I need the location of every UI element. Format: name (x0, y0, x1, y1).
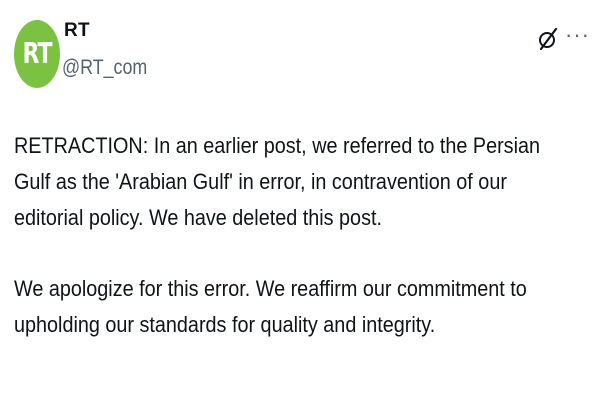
tweet-card: RT RT @RT_com ··· RETRACTION: In an earl… (0, 0, 600, 400)
tweet-paragraph: We apologize for this error. We reaffirm… (14, 276, 527, 337)
tweet-paragraph: RETRACTION: In an earlier post, we refer… (14, 133, 541, 230)
grok-icon[interactable] (537, 28, 559, 50)
more-icon[interactable]: ··· (565, 24, 590, 46)
author-handle[interactable]: @RT_com (62, 56, 147, 80)
avatar[interactable]: RT (14, 20, 60, 88)
avatar-logo-text: RT (22, 37, 53, 71)
tweet-text: RETRACTION: In an earlier post, we refer… (14, 128, 545, 343)
author-display-name[interactable]: RT (64, 20, 90, 42)
